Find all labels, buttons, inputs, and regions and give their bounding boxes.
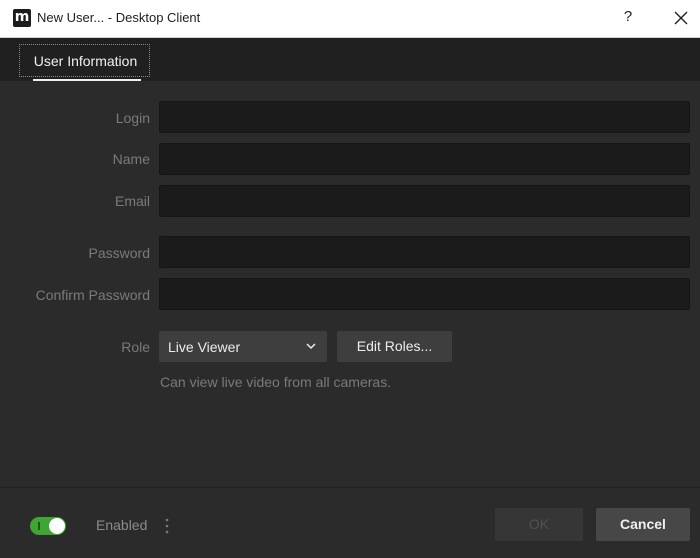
chevron-down-icon bbox=[306, 343, 316, 350]
role-label: Role bbox=[121, 339, 150, 355]
new-user-dialog: m New User... - Desktop Client ? User In… bbox=[0, 0, 700, 558]
window-title: New User... - Desktop Client bbox=[37, 10, 201, 25]
tab-user-information[interactable]: User Information bbox=[19, 44, 150, 77]
footer-divider bbox=[0, 487, 700, 488]
title-bar[interactable]: m New User... - Desktop Client ? bbox=[0, 0, 700, 38]
email-label: Email bbox=[114, 193, 150, 209]
app-logo-icon: m bbox=[13, 9, 31, 27]
name-label: Name bbox=[112, 151, 150, 167]
confirm-password-label: Confirm Password bbox=[35, 287, 150, 303]
toggle-knob bbox=[49, 518, 65, 534]
enabled-toggle[interactable] bbox=[30, 517, 66, 535]
role-selected-value: Live Viewer bbox=[168, 339, 241, 355]
toggle-on-marker bbox=[38, 522, 40, 530]
more-options-icon[interactable] bbox=[164, 517, 170, 535]
login-input[interactable] bbox=[159, 101, 690, 133]
email-input[interactable] bbox=[159, 185, 690, 217]
ok-button[interactable]: OK bbox=[495, 508, 583, 541]
enabled-label: Enabled bbox=[96, 517, 148, 533]
active-tab-indicator bbox=[33, 79, 141, 81]
login-label: Login bbox=[115, 110, 150, 126]
password-input[interactable] bbox=[159, 236, 690, 268]
close-icon[interactable] bbox=[672, 8, 690, 28]
role-description: Can view live video from all cameras. bbox=[160, 374, 392, 390]
help-button[interactable]: ? bbox=[621, 8, 635, 25]
edit-roles-button[interactable]: Edit Roles... bbox=[337, 331, 452, 362]
cancel-button[interactable]: Cancel bbox=[596, 508, 690, 541]
password-label: Password bbox=[88, 245, 150, 261]
confirm-password-input[interactable] bbox=[159, 278, 690, 310]
name-input[interactable] bbox=[159, 143, 690, 175]
role-dropdown[interactable]: Live Viewer bbox=[159, 331, 327, 362]
tab-label: User Information bbox=[33, 53, 138, 69]
